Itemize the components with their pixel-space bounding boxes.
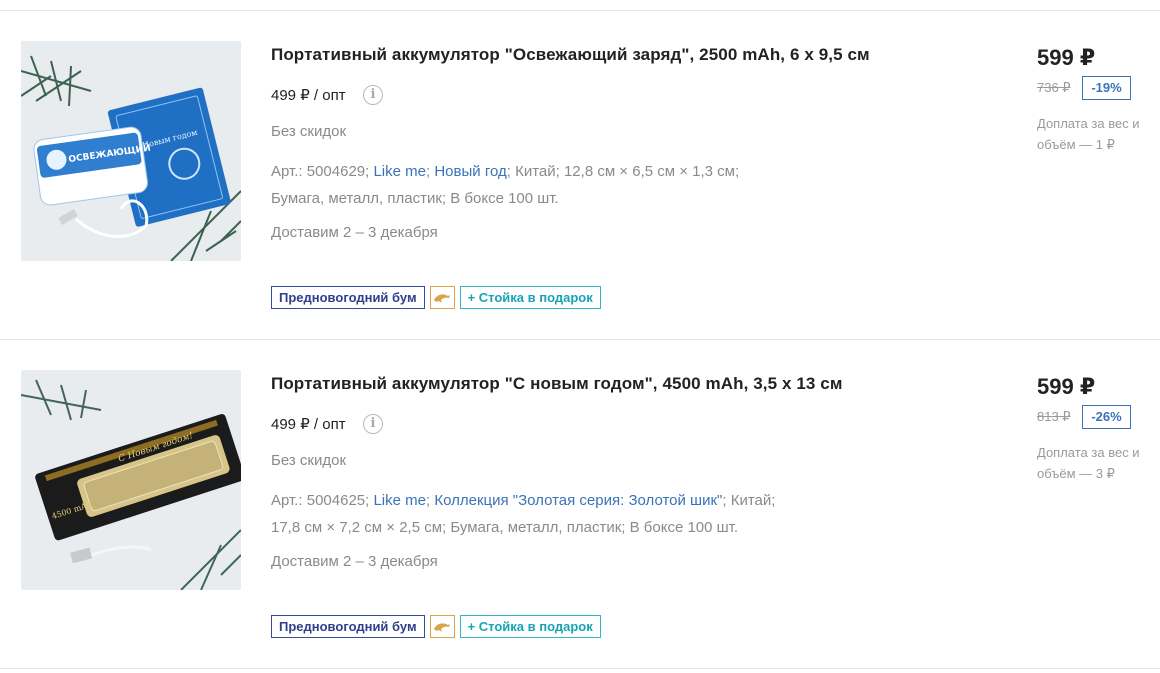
box-quantity: В боксе 100 шт. (629, 519, 739, 536)
gift-badge[interactable]: + Стойка в подарок (459, 615, 601, 638)
opt-price: 499 ₽ / опт (271, 87, 346, 104)
old-price: 813 ₽ (1037, 409, 1071, 424)
product-title[interactable]: Портативный аккумулятор "С новым годом",… (271, 374, 971, 394)
country: Китай (730, 492, 772, 509)
promo-badge[interactable]: Предновогодний бум (271, 286, 425, 309)
specs-line: 17,8 см × 7,2 см × 2,5 см; Бумага, метал… (271, 519, 739, 536)
price: 599 ₽ (1037, 374, 1096, 399)
dimensions: 17,8 см × 7,2 см × 2,5 см (271, 519, 443, 536)
specs-line: Арт.: 5004625; Like me; Коллекция "Золот… (271, 492, 776, 509)
product-card: С Новым годом! 4500 mAh Портативный акку… (0, 340, 1160, 669)
surcharge-note: Доплата за вес и объём — 1 ₽ (1037, 116, 1140, 152)
product-list: С Новым годом ОСВЕЖАЮЩИЙ Портативный акк… (0, 0, 1160, 673)
promo-badge[interactable]: Предновогодний бум (271, 615, 425, 638)
delivery-date: Доставим 2 – 3 декабря (271, 553, 438, 570)
surcharge-note: Доплата за вес и объём — 3 ₽ (1037, 445, 1140, 481)
badge-row: Предновогодний бум + Стойка в подарок (271, 286, 601, 309)
dimensions: 12,8 см × 6,5 см × 1,3 см (563, 163, 735, 180)
product-card: С Новым годом ОСВЕЖАЮЩИЙ Портативный акк… (0, 11, 1160, 340)
materials: Бумага, металл, пластик (450, 519, 622, 536)
sku: Арт.: 5004629 (271, 163, 366, 180)
dolphin-icon[interactable] (429, 286, 455, 309)
specs-line: Бумага, металл, пластик; В боксе 100 шт. (271, 190, 559, 207)
specs-line: Арт.: 5004629; Like me; Новый год; Китай… (271, 163, 740, 180)
info-icon[interactable]: i (363, 414, 383, 434)
dolphin-icon[interactable] (429, 615, 455, 638)
product-image[interactable]: С Новым годом! 4500 mAh (21, 370, 241, 590)
no-discount-label: Без скидок (271, 123, 346, 140)
opt-price: 499 ₽ / опт (271, 416, 346, 433)
product-image[interactable]: С Новым годом ОСВЕЖАЮЩИЙ (21, 41, 241, 261)
gift-badge[interactable]: + Стойка в подарок (459, 286, 601, 309)
category-link[interactable]: Новый год (434, 163, 506, 180)
info-icon[interactable]: i (363, 85, 383, 105)
price: 599 ₽ (1037, 45, 1096, 70)
product-title[interactable]: Портативный аккумулятор "Освежающий заря… (271, 45, 971, 65)
brand-link[interactable]: Like me (373, 163, 426, 180)
delivery-date: Доставим 2 – 3 декабря (271, 224, 438, 241)
divider (0, 668, 1160, 669)
discount-badge: -19% (1082, 76, 1131, 100)
collection-link[interactable]: Коллекция "Золотая серия: Золотой шик" (434, 492, 722, 509)
discount-badge: -26% (1082, 405, 1131, 429)
product-specs: Арт.: 5004629; Like me; Новый год; Китай… (271, 158, 851, 212)
old-price: 736 ₽ (1037, 80, 1071, 95)
sku: Арт.: 5004625 (271, 492, 366, 509)
materials: Бумага, металл, пластик (271, 190, 442, 207)
badge-row: Предновогодний бум + Стойка в подарок (271, 615, 601, 638)
country: Китай (515, 163, 556, 180)
product-specs: Арт.: 5004625; Like me; Коллекция "Золот… (271, 487, 851, 541)
box-quantity: В боксе 100 шт. (450, 190, 559, 207)
brand-link[interactable]: Like me (373, 492, 426, 509)
no-discount-label: Без скидок (271, 452, 346, 469)
